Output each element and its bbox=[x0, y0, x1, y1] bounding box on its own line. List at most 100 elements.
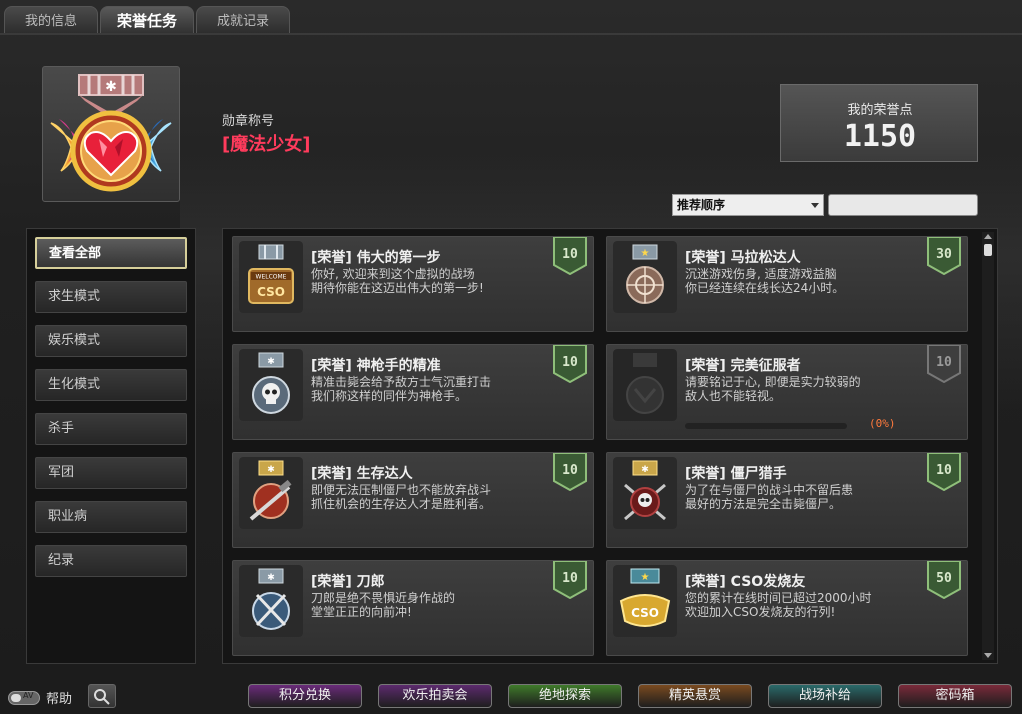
tab-achievements[interactable]: 成就记录 bbox=[196, 6, 290, 34]
help-toggle[interactable]: AV bbox=[8, 691, 40, 705]
crossed-knives-medal-icon: ✱ bbox=[239, 565, 303, 637]
medal-title-caption: 勋章称号 bbox=[222, 114, 275, 129]
svg-text:✱: ✱ bbox=[267, 573, 275, 583]
mission-description: 沉迷游戏伤身, 适度游戏益脑 你已经连续在线长达24小时。 bbox=[685, 267, 845, 295]
svg-text:★: ★ bbox=[641, 572, 650, 583]
survivor-medal-icon: ✱ bbox=[239, 457, 303, 529]
mission-title: [荣誉] 伟大的第一步 bbox=[311, 250, 441, 266]
sort-order-value: 推荐顺序 bbox=[677, 198, 726, 212]
mission-points: 10 bbox=[562, 355, 578, 370]
mission-description: 刀郎是绝不畏惧近身作战的 堂堂正正的向前冲! bbox=[311, 591, 456, 619]
mission-title: [荣誉] 刀郎 bbox=[311, 574, 385, 590]
sidebar-item-survival[interactable]: 求生模式 bbox=[35, 281, 187, 313]
help-search-button[interactable] bbox=[88, 684, 116, 708]
cso-gold-medal-icon: ★ CSO bbox=[613, 565, 677, 637]
mission-title: [荣誉] 马拉松达人 bbox=[685, 250, 801, 266]
sidebar-item-all[interactable]: 查看全部 bbox=[35, 237, 187, 269]
zombie-skull-medal-icon: ✱ bbox=[613, 457, 677, 529]
mission-card[interactable]: ★ [荣誉] 马拉松达人 沉迷游戏伤身, 适度游戏益脑 你已经连续在线长达24小… bbox=[606, 236, 968, 332]
mission-points: 10 bbox=[936, 463, 952, 478]
svg-text:✱: ✱ bbox=[267, 465, 275, 475]
locked-medal-icon bbox=[613, 349, 677, 421]
mission-card[interactable]: [荣誉] 完美征服者 请要铭记于心, 即便是实力较弱的 敌人也不能轻视。 (0%… bbox=[606, 344, 968, 440]
battlefield-supply-button[interactable]: 战场补给 bbox=[768, 684, 882, 708]
svg-text:CSO: CSO bbox=[257, 285, 285, 299]
sidebar-item-records[interactable]: 纪录 bbox=[35, 545, 187, 577]
category-sidebar: 查看全部 求生模式 娱乐模式 生化模式 杀手 军团 职业病 纪录 bbox=[26, 228, 196, 664]
points-badge-icon: 10 bbox=[927, 453, 961, 491]
chevron-down-icon bbox=[811, 203, 819, 208]
mission-progress-bar bbox=[685, 423, 847, 429]
points-badge-icon: 50 bbox=[927, 561, 961, 599]
mission-title: [荣誉] 神枪手的精准 bbox=[311, 358, 441, 374]
elite-bounty-button[interactable]: 精英悬赏 bbox=[638, 684, 752, 708]
mission-description: 你好, 欢迎来到这个虚拟的战场 期待你能在这迈出伟大的第一步! bbox=[311, 267, 484, 295]
tab-honor-missions[interactable]: 荣誉任务 bbox=[100, 6, 194, 34]
points-badge-icon: 10 bbox=[553, 237, 587, 275]
exploration-button[interactable]: 绝地探索 bbox=[508, 684, 622, 708]
mission-card[interactable]: ✱ [荣誉] 生存达人 即便无法压制僵尸也不能放弃战斗 抓住机会的生存达人才是胜… bbox=[232, 452, 594, 548]
scroll-down-icon[interactable] bbox=[984, 653, 992, 658]
search-icon bbox=[94, 689, 110, 705]
sidebar-item-killer[interactable]: 杀手 bbox=[35, 413, 187, 445]
toggle-knob bbox=[11, 694, 21, 702]
mission-card[interactable]: ✱ [荣誉] 刀郎 刀郎是绝不畏惧近身作战的 堂堂正正的向前冲! 10 bbox=[232, 560, 594, 656]
mission-description: 为了在与僵尸的战斗中不留后患 最好的方法是完全击毙僵尸。 bbox=[685, 483, 854, 511]
mission-description: 请要铭记于心, 即便是实力较弱的 敌人也不能轻视。 bbox=[685, 375, 861, 403]
points-badge-icon: 10 bbox=[927, 345, 961, 383]
crosshair-medal-icon: ★ bbox=[613, 241, 677, 313]
sidebar-item-occupational[interactable]: 职业病 bbox=[35, 501, 187, 533]
skull-medal-icon: ✱ bbox=[239, 349, 303, 421]
sidebar-item-legion[interactable]: 军团 bbox=[35, 457, 187, 489]
svg-text:★: ★ bbox=[641, 248, 650, 259]
mission-description: 您的累计在线时间已超过2000小时 欢迎加入CSO发烧友的行列! bbox=[685, 591, 872, 619]
help-label: 帮助 bbox=[46, 692, 73, 707]
welcome-cso-medal-icon: WELCOME CSO bbox=[239, 241, 303, 313]
tab-underline bbox=[0, 33, 1022, 35]
medal-engraving: CSO bbox=[631, 606, 659, 620]
search-input[interactable] bbox=[828, 194, 978, 216]
svg-text:✱: ✱ bbox=[641, 465, 649, 475]
mission-card[interactable]: WELCOME CSO [荣誉] 伟大的第一步 你好, 欢迎来到这个虚拟的战场 … bbox=[232, 236, 594, 332]
mission-points: 30 bbox=[936, 247, 952, 262]
svg-text:✱: ✱ bbox=[267, 357, 275, 367]
medal-engraving: WELCOME bbox=[256, 274, 287, 281]
mission-card[interactable]: ★ CSO [荣誉] CSO发烧友 您的累计在线时间已超过2000小时 欢迎加入… bbox=[606, 560, 968, 656]
mission-card[interactable]: ✱ [荣誉] 僵尸猎手 为了在与僵尸的战斗中不留后患 最好的方法是完全击毙僵尸。… bbox=[606, 452, 968, 548]
mission-description: 即便无法压制僵尸也不能放弃战斗 抓住机会的生存达人才是胜利者。 bbox=[311, 483, 492, 511]
scroll-thumb[interactable] bbox=[984, 244, 992, 256]
tab-bar: 我的信息 荣誉任务 成就记录 bbox=[4, 6, 290, 34]
tab-my-info[interactable]: 我的信息 bbox=[4, 6, 98, 34]
mission-points: 10 bbox=[936, 355, 952, 370]
sidebar-item-entertainment[interactable]: 娱乐模式 bbox=[35, 325, 187, 357]
scroll-up-icon[interactable] bbox=[984, 234, 992, 239]
mission-points: 10 bbox=[562, 247, 578, 262]
help-toggle-text: AV bbox=[23, 691, 34, 700]
sidebar-item-zombie[interactable]: 生化模式 bbox=[35, 369, 187, 401]
mission-description: 精准击毙会给予敌方士气沉重打击 我们称这样的同伴为神枪手。 bbox=[311, 375, 492, 403]
bottom-bar: AV 帮助 积分兑换 欢乐拍卖会 绝地探索 精英悬赏 战场补给 密码箱 bbox=[0, 680, 1022, 714]
mission-title: [荣誉] CSO发烧友 bbox=[685, 574, 806, 590]
points-badge-icon: 10 bbox=[553, 561, 587, 599]
points-badge-icon: 30 bbox=[927, 237, 961, 275]
grid-scrollbar[interactable] bbox=[982, 232, 994, 660]
points-badge-icon: 10 bbox=[553, 453, 587, 491]
mission-progress-text: (0%) bbox=[869, 417, 896, 430]
honor-points-panel: 我的荣誉点 1150 bbox=[780, 84, 978, 162]
mission-title: [荣誉] 完美征服者 bbox=[685, 358, 801, 374]
auction-button[interactable]: 欢乐拍卖会 bbox=[378, 684, 492, 708]
points-badge-icon: 10 bbox=[553, 345, 587, 383]
medal-title-value: [魔法少女] bbox=[222, 134, 311, 155]
mission-title: [荣誉] 生存达人 bbox=[311, 466, 413, 482]
sort-order-select[interactable]: 推荐顺序 bbox=[672, 194, 824, 216]
mission-card[interactable]: ✱ [荣誉] 神枪手的精准 精准击毙会给予敌方士气沉重打击 我们称这样的同伴为神… bbox=[232, 344, 594, 440]
mission-points: 10 bbox=[562, 463, 578, 478]
mission-title: [荣誉] 僵尸猎手 bbox=[685, 466, 787, 482]
points-exchange-button[interactable]: 积分兑换 bbox=[248, 684, 362, 708]
honor-points-label: 我的荣誉点 bbox=[847, 103, 913, 118]
current-medal-frame: ✱ bbox=[42, 66, 180, 202]
code-box-button[interactable]: 密码箱 bbox=[898, 684, 1012, 708]
mission-points: 50 bbox=[936, 571, 952, 586]
magic-girl-medal-icon: ✱ bbox=[50, 74, 172, 192]
honor-points-value: 1150 bbox=[843, 119, 917, 154]
